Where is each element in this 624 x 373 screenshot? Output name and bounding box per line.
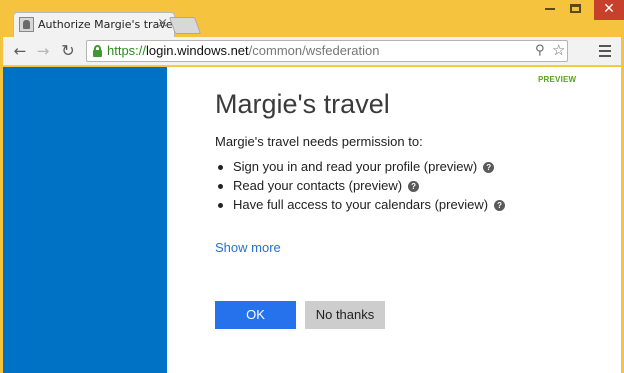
tab-authorize[interactable]: Authorize Margie's travel × [13,12,176,38]
new-tab-button[interactable] [168,17,202,34]
maximize-button[interactable] [570,4,581,13]
reload-icon[interactable]: ↻ [59,42,77,60]
bullet [218,203,223,208]
browser-toolbar: ← → ↻ https://login.windows.net/common/w… [3,37,621,66]
list-item: Have full access to your calendars (prev… [217,197,506,216]
help-icon[interactable]: ? [408,181,420,192]
permission-list: Sign you in and read your profile (previ… [217,159,506,216]
no-thanks-button[interactable]: No thanks [305,301,385,329]
url-scheme: https:// [107,43,147,58]
permission-label: Read your contacts (preview) [233,178,403,193]
permission-intro: Margie's travel needs permission to: [215,134,423,149]
page-content: PREVIEW Margie's travel Margie's travel … [3,67,621,373]
lock-icon [93,45,102,57]
back-arrow-icon[interactable]: ← [11,42,29,60]
help-icon[interactable]: ? [483,162,495,173]
url-text[interactable]: https://login.windows.net/common/wsfeder… [107,43,379,58]
help-icon[interactable]: ? [494,200,506,211]
favicon-icon [19,17,34,32]
browser-window: Authorize Margie's travel × ✕ ← → ↻ http… [0,0,624,373]
bullet [218,184,223,189]
address-bar[interactable]: https://login.windows.net/common/wsfeder… [86,40,568,62]
show-more-link[interactable]: Show more [215,240,281,255]
ok-button[interactable]: OK [215,301,296,329]
forward-arrow-icon[interactable]: → [34,42,52,60]
list-item: Sign you in and read your profile (previ… [217,159,505,178]
permission-label: Sign you in and read your profile (previ… [233,159,478,174]
star-icon[interactable]: ☆ [552,43,565,58]
page-title: Margie's travel [215,89,390,119]
minimize-button[interactable] [545,8,555,10]
url-host: login.windows.net [146,43,249,58]
bullet [218,165,223,170]
tab-strip: Authorize Margie's travel × ✕ [0,0,624,38]
window-close-button[interactable]: ✕ [594,0,624,20]
permission-label: Have full access to your calendars (prev… [233,197,489,212]
tab-title: Authorize Margie's travel [38,18,176,31]
zoom-icon[interactable]: ⚲ [535,44,545,58]
url-path: /common/wsfederation [248,43,380,58]
tab-close-icon[interactable]: × [157,17,168,30]
menu-icon[interactable] [599,45,611,60]
preview-badge: PREVIEW [538,75,577,84]
brand-sidebar [3,67,167,373]
list-item: Read your contacts (preview)? [217,178,505,197]
